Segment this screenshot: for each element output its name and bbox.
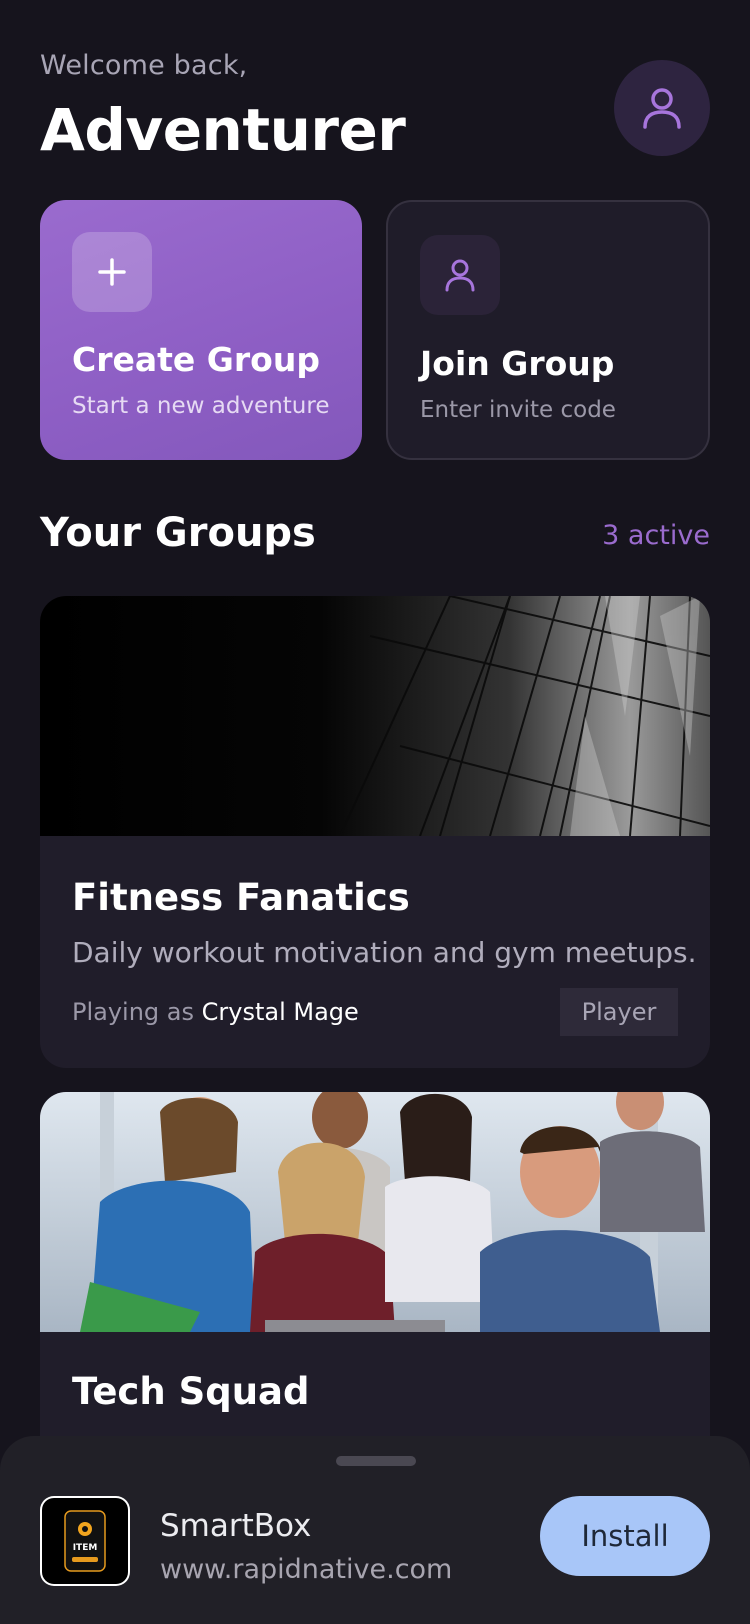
app-icon: ITEM <box>40 1496 130 1586</box>
user-icon <box>420 235 500 315</box>
app-icon-label: ITEM <box>73 1543 98 1553</box>
sheet-grabber[interactable] <box>336 1456 416 1466</box>
app-name: SmartBox <box>160 1508 312 1544</box>
join-group-card[interactable]: Join Group Enter invite code <box>386 200 710 460</box>
smartbox-logo-icon: ITEM <box>64 1510 106 1572</box>
group-description: Daily workout motivation and gym meetups… <box>72 936 697 969</box>
home-screen: Welcome back, Adventurer Create Group St… <box>0 0 750 1624</box>
group-name: Fitness Fanatics <box>72 876 410 919</box>
group-cover-image <box>40 596 710 836</box>
create-group-card[interactable]: Create Group Start a new adventure <box>40 200 362 460</box>
create-group-title: Create Group <box>72 340 320 379</box>
user-icon <box>643 88 681 129</box>
create-group-subtitle: Start a new adventure <box>72 393 330 419</box>
group-name: Tech Squad <box>72 1370 310 1413</box>
install-button[interactable]: Install <box>540 1496 710 1576</box>
join-group-title: Join Group <box>420 344 615 383</box>
profile-button[interactable] <box>614 60 710 156</box>
app-url: www.rapidnative.com <box>160 1554 453 1585</box>
active-groups-count[interactable]: 3 active <box>602 520 710 551</box>
role-badge: Player <box>560 988 678 1036</box>
install-app-sheet: ITEM SmartBox www.rapidnative.com Instal… <box>0 1436 750 1624</box>
plus-icon <box>72 232 152 312</box>
character-name: Crystal Mage <box>201 998 359 1026</box>
welcome-text: Welcome back, <box>40 50 248 81</box>
join-group-subtitle: Enter invite code <box>420 397 616 423</box>
playing-as-label: Playing as <box>72 998 202 1026</box>
user-name-heading: Adventurer <box>40 96 406 164</box>
group-cover-image <box>40 1092 710 1332</box>
playing-as-text: Playing as Crystal Mage <box>72 998 359 1026</box>
group-card[interactable]: Fitness Fanatics Daily workout motivatio… <box>40 596 710 1068</box>
your-groups-heading: Your Groups <box>40 510 316 556</box>
